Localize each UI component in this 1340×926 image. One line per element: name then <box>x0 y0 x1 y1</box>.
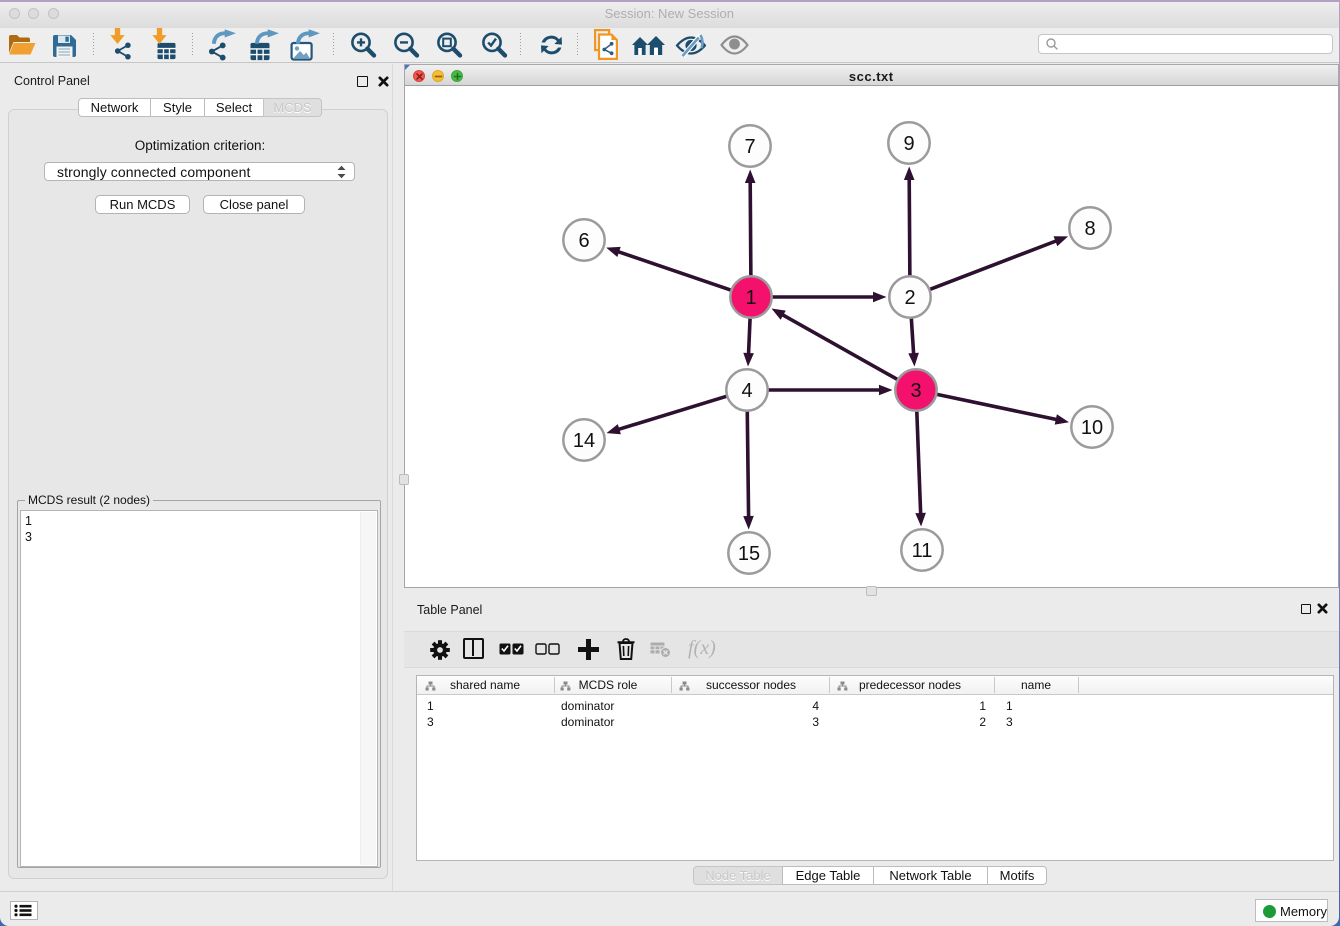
svg-text:10: 10 <box>1081 417 1103 439</box>
svg-text:15: 15 <box>738 543 760 565</box>
svg-text:1: 1 <box>745 287 756 309</box>
svg-text:8: 8 <box>1084 218 1095 240</box>
svg-text:4: 4 <box>741 380 752 402</box>
svg-text:9: 9 <box>903 133 914 155</box>
svg-text:14: 14 <box>573 430 595 452</box>
svg-text:7: 7 <box>744 136 755 158</box>
svg-text:6: 6 <box>578 230 589 252</box>
svg-text:2: 2 <box>904 287 915 309</box>
svg-text:11: 11 <box>912 540 933 562</box>
svg-text:3: 3 <box>910 380 921 402</box>
